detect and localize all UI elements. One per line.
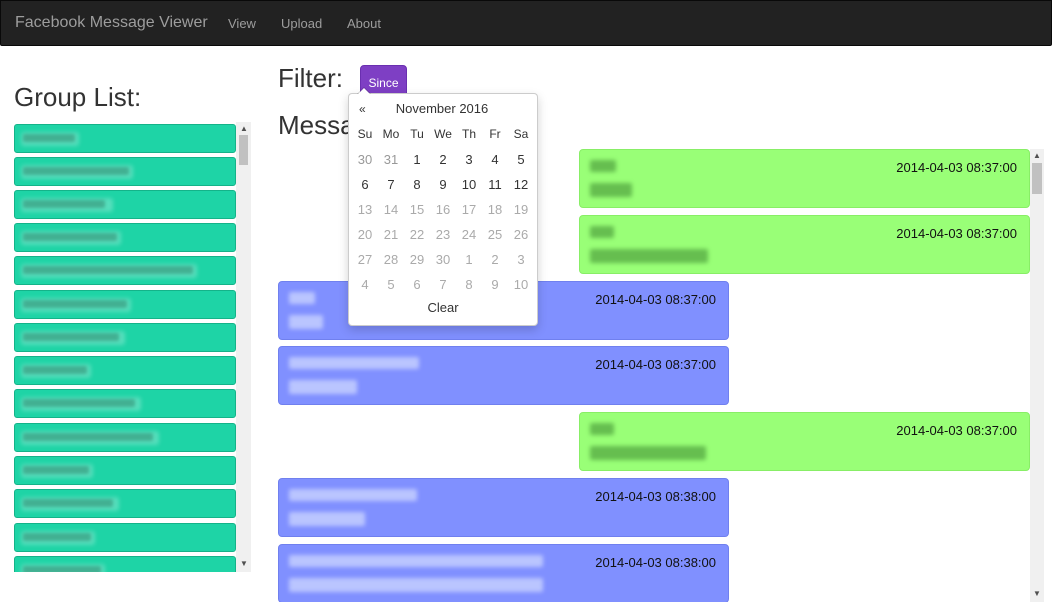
datepicker-day[interactable]: 8 bbox=[404, 172, 430, 197]
message-timestamp: 2014-04-03 08:37:00 bbox=[896, 423, 1017, 438]
group-list-title: Group List: bbox=[14, 82, 142, 112]
group-item[interactable] bbox=[14, 323, 236, 352]
datepicker-day: 28 bbox=[383, 252, 399, 267]
group-list-scrollbar[interactable]: ▲ ▼ bbox=[236, 122, 251, 572]
datepicker-day: 10 bbox=[513, 277, 529, 292]
datepicker-day: 27 bbox=[357, 252, 373, 267]
scroll-down-icon[interactable]: ▼ bbox=[238, 559, 250, 569]
nav-view-link[interactable]: View bbox=[228, 16, 256, 31]
top-navbar: Facebook Message Viewer View Upload Abou… bbox=[0, 0, 1052, 46]
datepicker-day: 22 bbox=[409, 227, 425, 242]
datepicker-day: 30 bbox=[435, 252, 451, 267]
message-list-scroll-thumb[interactable] bbox=[1032, 163, 1042, 194]
datepicker-month-switch[interactable]: November 2016 bbox=[385, 101, 499, 116]
scroll-up-icon[interactable]: ▲ bbox=[238, 124, 250, 134]
group-item[interactable] bbox=[14, 389, 236, 418]
datepicker-day: 1 bbox=[465, 252, 473, 267]
datepicker-day: 25 bbox=[487, 227, 503, 242]
group-item[interactable] bbox=[14, 157, 236, 186]
messages-title: Messa bbox=[278, 110, 355, 140]
group-item[interactable] bbox=[14, 423, 236, 452]
group-item[interactable] bbox=[14, 456, 236, 485]
nav-about-link[interactable]: About bbox=[347, 16, 381, 31]
message-timestamp: 2014-04-03 08:37:00 bbox=[595, 357, 716, 372]
message-item: 2014-04-03 08:37:00 bbox=[278, 346, 729, 405]
datepicker-weekday-header: Su bbox=[357, 127, 373, 141]
datepicker-day: 8 bbox=[465, 277, 473, 292]
message-timestamp: 2014-04-03 08:38:00 bbox=[595, 555, 716, 570]
message-item: 2014-04-03 08:38:00 bbox=[278, 478, 729, 537]
group-item[interactable] bbox=[14, 356, 236, 385]
datepicker-day[interactable]: 4 bbox=[482, 147, 508, 172]
group-item[interactable] bbox=[14, 124, 236, 153]
datepicker-day: 15 bbox=[409, 202, 425, 217]
filter-label: Filter: bbox=[278, 63, 343, 93]
datepicker-day: 6 bbox=[413, 277, 421, 292]
datepicker-day: 29 bbox=[409, 252, 425, 267]
datepicker-dropdown: « November 2016 Su Mo Tu We Th Fr Sa 30 31 1 2 3 4 5 6… bbox=[348, 87, 538, 326]
message-timestamp: 2014-04-03 08:37:00 bbox=[896, 160, 1017, 175]
message-item: 2014-04-03 08:37:00 bbox=[579, 412, 1030, 471]
datepicker-day[interactable]: 9 bbox=[430, 172, 456, 197]
datepicker-day: 31 bbox=[383, 152, 399, 167]
datepicker-day: 30 bbox=[357, 152, 373, 167]
datepicker-prev-icon[interactable]: « bbox=[359, 102, 366, 116]
datepicker-day[interactable]: 6 bbox=[352, 172, 378, 197]
group-list: ▲ ▼ bbox=[14, 122, 251, 572]
group-item[interactable] bbox=[14, 556, 236, 572]
group-item[interactable] bbox=[14, 523, 236, 552]
nav-upload-link[interactable]: Upload bbox=[281, 16, 322, 31]
group-item[interactable] bbox=[14, 489, 236, 518]
datepicker-day: 19 bbox=[513, 202, 529, 217]
message-timestamp: 2014-04-03 08:37:00 bbox=[896, 226, 1017, 241]
brand-link[interactable]: Facebook Message Viewer bbox=[15, 14, 208, 32]
group-list-scroll-thumb[interactable] bbox=[239, 135, 248, 165]
message-timestamp: 2014-04-03 08:37:00 bbox=[595, 292, 716, 307]
datepicker-day: 23 bbox=[435, 227, 451, 242]
datepicker-weekday-header: Mo bbox=[382, 127, 400, 141]
datepicker-day[interactable]: 11 bbox=[482, 172, 508, 197]
datepicker-weekday-header: We bbox=[434, 127, 452, 141]
datepicker-day: 14 bbox=[383, 202, 399, 217]
datepicker-day[interactable]: 3 bbox=[456, 147, 482, 172]
datepicker-weekday-header: Th bbox=[461, 127, 476, 141]
datepicker-day: 9 bbox=[491, 277, 499, 292]
datepicker-day: 21 bbox=[383, 227, 399, 242]
group-item[interactable] bbox=[14, 256, 236, 285]
scroll-down-icon[interactable]: ▼ bbox=[1031, 589, 1043, 599]
datepicker-day[interactable]: 12 bbox=[508, 172, 534, 197]
datepicker-day[interactable]: 7 bbox=[378, 172, 404, 197]
datepicker-day[interactable]: 2 bbox=[430, 147, 456, 172]
datepicker-day: 4 bbox=[361, 277, 369, 292]
datepicker-clear-button[interactable]: Clear bbox=[349, 300, 537, 315]
datepicker-day: 7 bbox=[439, 277, 447, 292]
datepicker-day: 3 bbox=[517, 252, 525, 267]
datepicker-day: 5 bbox=[387, 277, 395, 292]
datepicker-day: 13 bbox=[357, 202, 373, 217]
message-item: 2014-04-03 08:37:00 bbox=[579, 215, 1030, 274]
message-timestamp: 2014-04-03 08:38:00 bbox=[595, 489, 716, 504]
scroll-up-icon[interactable]: ▲ bbox=[1031, 151, 1043, 161]
datepicker-day: 16 bbox=[435, 202, 451, 217]
group-item[interactable] bbox=[14, 190, 236, 219]
datepicker-weekday-header: Tu bbox=[410, 127, 424, 141]
group-item[interactable] bbox=[14, 290, 236, 319]
message-list-scrollbar[interactable]: ▲ ▼ bbox=[1030, 149, 1044, 602]
datepicker-day: 18 bbox=[487, 202, 503, 217]
datepicker-weekday-header: Sa bbox=[513, 127, 529, 141]
datepicker-day[interactable]: 10 bbox=[456, 172, 482, 197]
datepicker-day[interactable]: 1 bbox=[404, 147, 430, 172]
message-item: 2014-04-03 08:37:00 bbox=[579, 149, 1030, 208]
datepicker-weekday-header: Fr bbox=[489, 127, 501, 141]
message-item: 2014-04-03 08:38:00 bbox=[278, 544, 729, 602]
datepicker-day: 26 bbox=[513, 227, 529, 242]
datepicker-day: 24 bbox=[461, 227, 477, 242]
datepicker-day: 17 bbox=[461, 202, 477, 217]
datepicker-day: 2 bbox=[491, 252, 499, 267]
group-item[interactable] bbox=[14, 223, 236, 252]
datepicker-day: 20 bbox=[357, 227, 373, 242]
datepicker-day[interactable]: 5 bbox=[508, 147, 534, 172]
